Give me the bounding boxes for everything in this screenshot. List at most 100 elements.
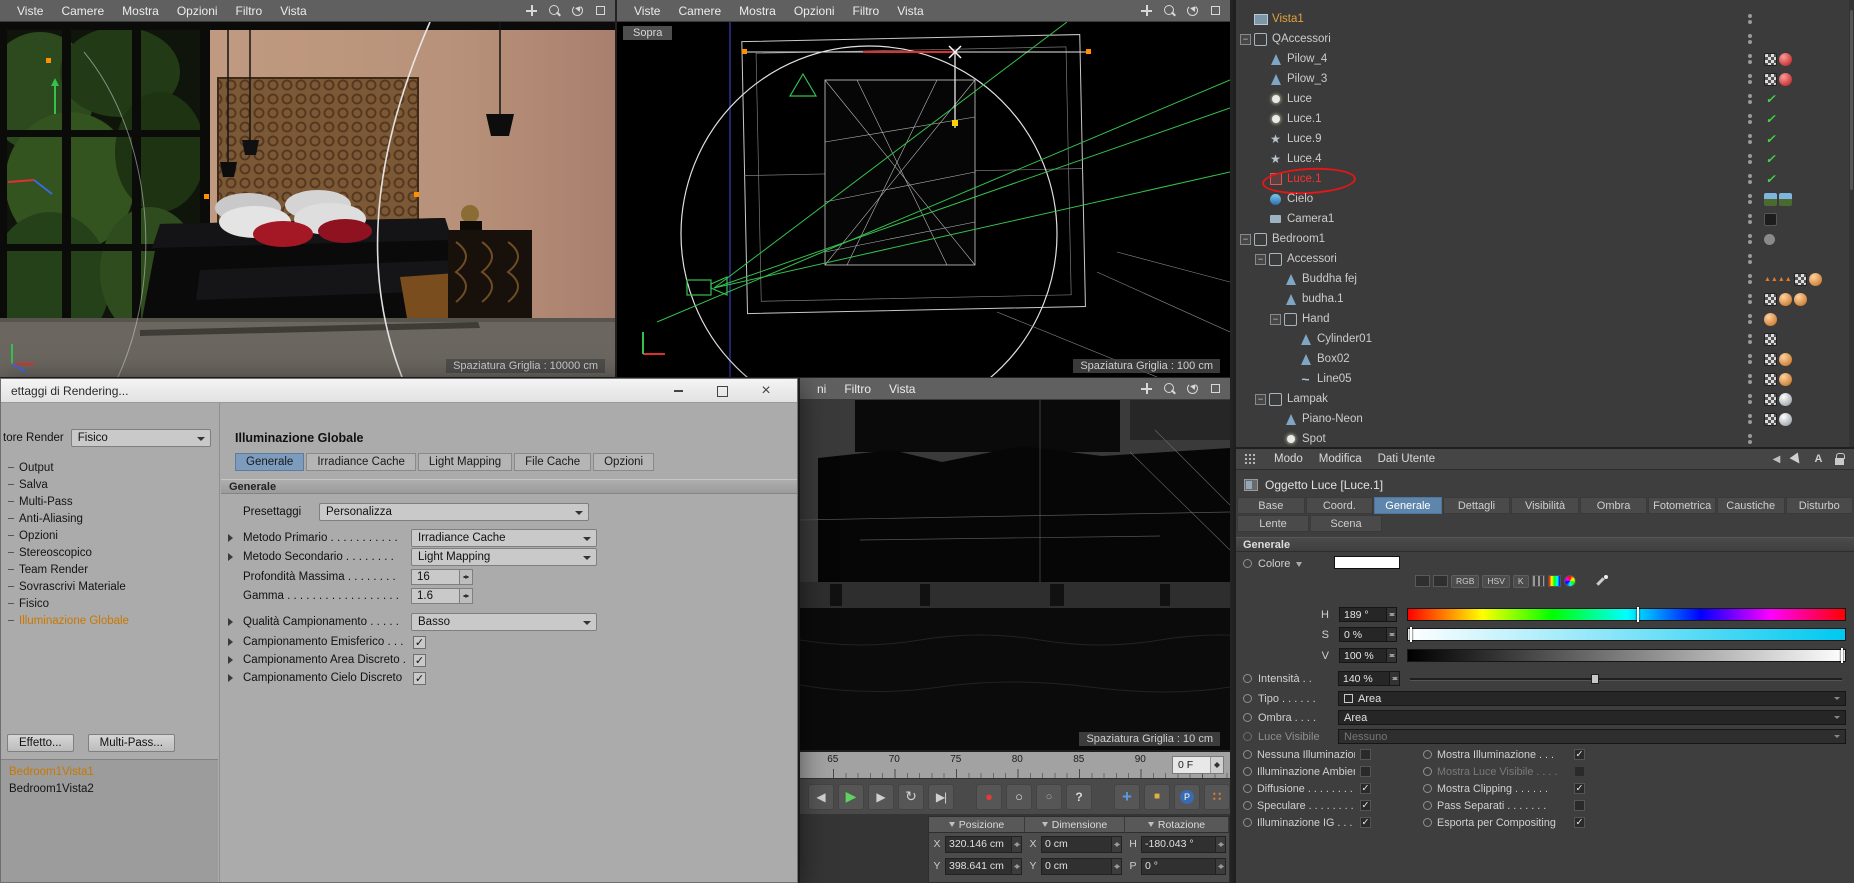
stepper-arrows[interactable] <box>1210 757 1223 773</box>
menu-item[interactable]: Filtro <box>844 4 889 18</box>
render-viewport-canvas[interactable] <box>0 22 615 377</box>
attribute-tab[interactable]: Generale <box>1374 497 1442 514</box>
stepper-arrows[interactable] <box>1111 859 1121 874</box>
checker-badge[interactable] <box>1764 373 1777 386</box>
object-row[interactable]: Vista1 <box>1236 9 1854 29</box>
checkbox[interactable] <box>413 636 426 649</box>
keyframe-ring-icon[interactable] <box>1243 713 1252 722</box>
top-viewport-canvas[interactable] <box>617 22 1230 377</box>
sphere-white-badge[interactable] <box>1779 413 1792 426</box>
visibility-dots[interactable] <box>1745 314 1755 324</box>
rotate-icon[interactable] <box>571 4 584 17</box>
green-check-badge[interactable]: ✓ <box>1764 113 1777 126</box>
visibility-dots[interactable] <box>1745 174 1755 184</box>
zoom-icon[interactable] <box>1163 4 1176 17</box>
expander-icon[interactable] <box>1285 354 1296 365</box>
cursor-icon[interactable] <box>1791 453 1804 466</box>
zoom-icon[interactable] <box>548 4 561 17</box>
tag-badges[interactable] <box>1764 193 1848 206</box>
attribute-tab[interactable]: Base <box>1237 497 1305 514</box>
expander-icon[interactable] <box>1255 74 1266 85</box>
menu-item[interactable]: Vista <box>888 4 932 18</box>
object-row[interactable]: Box02 <box>1236 349 1854 369</box>
checkbox[interactable] <box>1360 766 1371 777</box>
expand-arrow-icon[interactable] <box>221 656 243 664</box>
checkbox[interactable] <box>1574 749 1585 760</box>
menu-item[interactable]: Vista <box>271 4 315 18</box>
sphere-red-badge[interactable] <box>1779 53 1792 66</box>
render-viewport[interactable]: VisteCamereMostraOpzioniFiltroVista <box>0 0 615 377</box>
tag-badges[interactable] <box>1764 293 1848 306</box>
visibility-dots[interactable] <box>1745 214 1755 224</box>
tag-badges[interactable]: ✓ <box>1764 93 1848 106</box>
visibility-dots[interactable] <box>1745 54 1755 64</box>
expander-icon[interactable] <box>1255 154 1266 165</box>
object-row[interactable]: − QAccessori <box>1236 29 1854 49</box>
expand-arrow-icon[interactable] <box>221 638 243 646</box>
front-viewport[interactable]: niFiltroVista Spaziatura <box>800 378 1230 750</box>
attribute-tab[interactable]: Visibilità <box>1511 497 1579 514</box>
rgb-mode-button[interactable]: RGB <box>1451 575 1479 588</box>
keyframe-ring-icon[interactable] <box>1243 694 1252 703</box>
green-check-badge[interactable]: ✓ <box>1764 93 1777 106</box>
expand-arrow-icon[interactable] <box>221 618 243 626</box>
checker-badge[interactable] <box>1764 73 1777 86</box>
visibility-dots[interactable] <box>1745 154 1755 164</box>
visibility-dots[interactable] <box>1745 254 1755 264</box>
color-swatch[interactable] <box>1334 556 1400 569</box>
visibility-dots[interactable] <box>1745 234 1755 244</box>
checkbox[interactable] <box>413 672 426 685</box>
visibility-dots[interactable] <box>1745 14 1755 24</box>
close-icon[interactable] <box>751 383 781 399</box>
record-position-toggle[interactable] <box>1114 784 1140 810</box>
renderer-select[interactable]: Fisico <box>71 429 211 447</box>
expander-icon[interactable] <box>1270 294 1281 305</box>
settings-category-item[interactable]: Salva <box>1 476 218 493</box>
expand-arrow-icon[interactable] <box>221 553 243 561</box>
settings-category-item[interactable]: Anti-Aliasing <box>1 510 218 527</box>
metodo-primario-select[interactable]: Irradiance Cache <box>411 529 597 547</box>
expander-icon[interactable] <box>1270 414 1281 425</box>
visibility-dots[interactable] <box>1745 334 1755 344</box>
stepper-arrows[interactable] <box>1111 837 1121 852</box>
menu-item[interactable]: Dati Utente <box>1370 453 1444 465</box>
size-y-input[interactable]: 0 cm <box>1041 858 1122 875</box>
expander-icon[interactable] <box>1270 434 1281 445</box>
goto-end-button[interactable] <box>928 784 954 810</box>
object-row[interactable]: Luce.1 ✓ <box>1236 109 1854 129</box>
tag-badges[interactable] <box>1764 73 1848 86</box>
front-viewport-canvas[interactable] <box>800 400 1230 750</box>
maximize-icon[interactable] <box>594 4 607 17</box>
render-preset-item[interactable]: Bedroom1Vista1 <box>1 763 218 780</box>
visibility-dots[interactable] <box>1745 94 1755 104</box>
attribute-tab[interactable]: Coord. <box>1306 497 1374 514</box>
keyframe-ring-icon[interactable] <box>1423 767 1432 776</box>
pan-icon[interactable] <box>525 4 538 17</box>
checkbox[interactable] <box>1574 766 1585 777</box>
keyframe-ring-icon[interactable] <box>1423 750 1432 759</box>
stepper-arrows[interactable] <box>1011 859 1021 874</box>
keyframe-ring-icon[interactable] <box>1423 818 1432 827</box>
attribute-tab[interactable]: Lente <box>1237 515 1309 532</box>
visibility-dots[interactable] <box>1745 434 1755 444</box>
keyframe-ring-icon[interactable] <box>1243 559 1252 568</box>
loop-button[interactable] <box>898 784 924 810</box>
expander-icon[interactable]: − <box>1255 254 1266 265</box>
visibility-dots[interactable] <box>1745 194 1755 204</box>
object-row[interactable]: − Hand <box>1236 309 1854 329</box>
zoom-icon[interactable] <box>1163 382 1176 395</box>
gradient-chip-badge[interactable] <box>1779 193 1792 206</box>
visibility-dots[interactable] <box>1745 414 1755 424</box>
expander-icon[interactable] <box>1255 94 1266 105</box>
rotate-icon[interactable] <box>1186 4 1199 17</box>
record-scale-toggle[interactable] <box>1144 784 1170 810</box>
checker-badge[interactable] <box>1764 53 1777 66</box>
stepper-arrows[interactable] <box>1389 672 1399 685</box>
sphere-red-badge[interactable] <box>1779 73 1792 86</box>
keyframe-help-button[interactable] <box>1066 784 1092 810</box>
attribute-tab[interactable]: Ombra <box>1580 497 1648 514</box>
menu-item[interactable]: Modifica <box>1311 453 1370 465</box>
visibility-dots[interactable] <box>1745 274 1755 284</box>
keyframe-ring-icon[interactable] <box>1243 750 1252 759</box>
tag-badges[interactable] <box>1764 413 1848 426</box>
